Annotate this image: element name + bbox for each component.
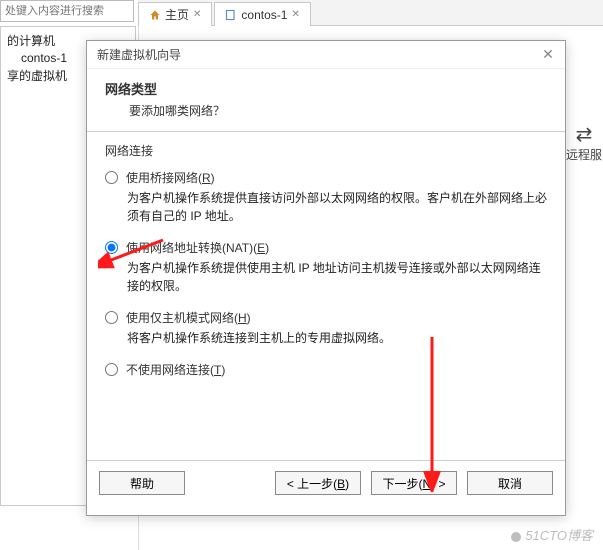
document-icon bbox=[225, 9, 237, 21]
radio-bridged[interactable] bbox=[105, 171, 118, 184]
option-hostonly-label: 使用仅主机模式网络(H) bbox=[126, 309, 251, 326]
option-bridged-label: 使用桥接网络(R) bbox=[126, 169, 215, 186]
next-button[interactable]: 下一步(N) > bbox=[371, 471, 457, 495]
watermark-dot-icon bbox=[511, 532, 521, 542]
radio-hostonly[interactable] bbox=[105, 311, 118, 324]
tab-home-close-icon[interactable]: ✕ bbox=[193, 9, 201, 20]
new-vm-wizard-dialog: 新建虚拟机向导 ✕ 网络类型 要添加哪类网络？ 网络连接 使用桥接网络(R) 为… bbox=[86, 40, 566, 516]
tab-home[interactable]: 主页 ✕ bbox=[138, 2, 212, 26]
tab-contos-1-close-icon[interactable]: ✕ bbox=[291, 9, 299, 20]
radio-none[interactable] bbox=[105, 363, 118, 376]
radio-nat[interactable] bbox=[105, 241, 118, 254]
option-none-row[interactable]: 不使用网络连接(T) bbox=[105, 361, 547, 378]
right-panel: ⇄ 远程服 bbox=[565, 120, 603, 167]
option-bridged-desc: 为客户机操作系统提供直接访问外部以太网网络的权限。客户机在外部网络上必须有自己的… bbox=[105, 186, 547, 225]
dialog-title: 新建虚拟机向导 bbox=[97, 46, 181, 63]
page-title: 网络类型 bbox=[105, 79, 547, 98]
network-group-label: 网络连接 bbox=[105, 142, 547, 159]
close-icon[interactable]: ✕ bbox=[539, 46, 557, 63]
home-icon bbox=[149, 9, 161, 21]
dialog-header: 网络类型 要添加哪类网络？ bbox=[87, 69, 565, 131]
tab-contos-1[interactable]: contos-1 ✕ bbox=[214, 2, 310, 26]
option-hostonly: 使用仅主机模式网络(H) 将客户机操作系统连接到主机上的专用虚拟网络。 bbox=[105, 309, 547, 347]
back-button[interactable]: < 上一步(B) bbox=[275, 471, 361, 495]
option-bridged: 使用桥接网络(R) 为客户机操作系统提供直接访问外部以太网网络的权限。客户机在外… bbox=[105, 169, 547, 225]
option-none: 不使用网络连接(T) bbox=[105, 361, 547, 378]
search-input[interactable] bbox=[1, 5, 133, 17]
option-nat-row[interactable]: 使用网络地址转换(NAT)(E) bbox=[105, 239, 547, 256]
tab-contos-1-label: contos-1 bbox=[241, 8, 287, 22]
option-nat-label: 使用网络地址转换(NAT)(E) bbox=[126, 239, 269, 256]
option-none-label: 不使用网络连接(T) bbox=[126, 361, 225, 378]
search-box[interactable] bbox=[0, 0, 134, 22]
bidirectional-arrow-icon: ⇄ bbox=[565, 124, 603, 146]
watermark: 51CTO博客 bbox=[511, 525, 593, 544]
dialog-footer: 帮助 < 上一步(B) 下一步(N) > 取消 bbox=[87, 461, 565, 505]
cancel-button[interactable]: 取消 bbox=[467, 471, 553, 495]
option-hostonly-row[interactable]: 使用仅主机模式网络(H) bbox=[105, 309, 547, 326]
option-nat-desc: 为客户机操作系统提供使用主机 IP 地址访问主机拨号连接或外部以太网网络连接的权… bbox=[105, 256, 547, 295]
page-subtitle: 要添加哪类网络？ bbox=[105, 98, 547, 119]
right-panel-label: 远程服 bbox=[565, 146, 603, 163]
tab-bar: 主页 ✕ contos-1 ✕ bbox=[138, 0, 603, 26]
option-bridged-row[interactable]: 使用桥接网络(R) bbox=[105, 169, 547, 186]
help-button[interactable]: 帮助 bbox=[99, 471, 185, 495]
dialog-titlebar: 新建虚拟机向导 ✕ bbox=[87, 41, 565, 69]
option-nat: 使用网络地址转换(NAT)(E) 为客户机操作系统提供使用主机 IP 地址访问主… bbox=[105, 239, 547, 295]
option-hostonly-desc: 将客户机操作系统连接到主机上的专用虚拟网络。 bbox=[105, 326, 547, 347]
tab-home-label: 主页 bbox=[165, 6, 189, 23]
dialog-body: 网络连接 使用桥接网络(R) 为客户机操作系统提供直接访问外部以太网网络的权限。… bbox=[87, 131, 565, 461]
